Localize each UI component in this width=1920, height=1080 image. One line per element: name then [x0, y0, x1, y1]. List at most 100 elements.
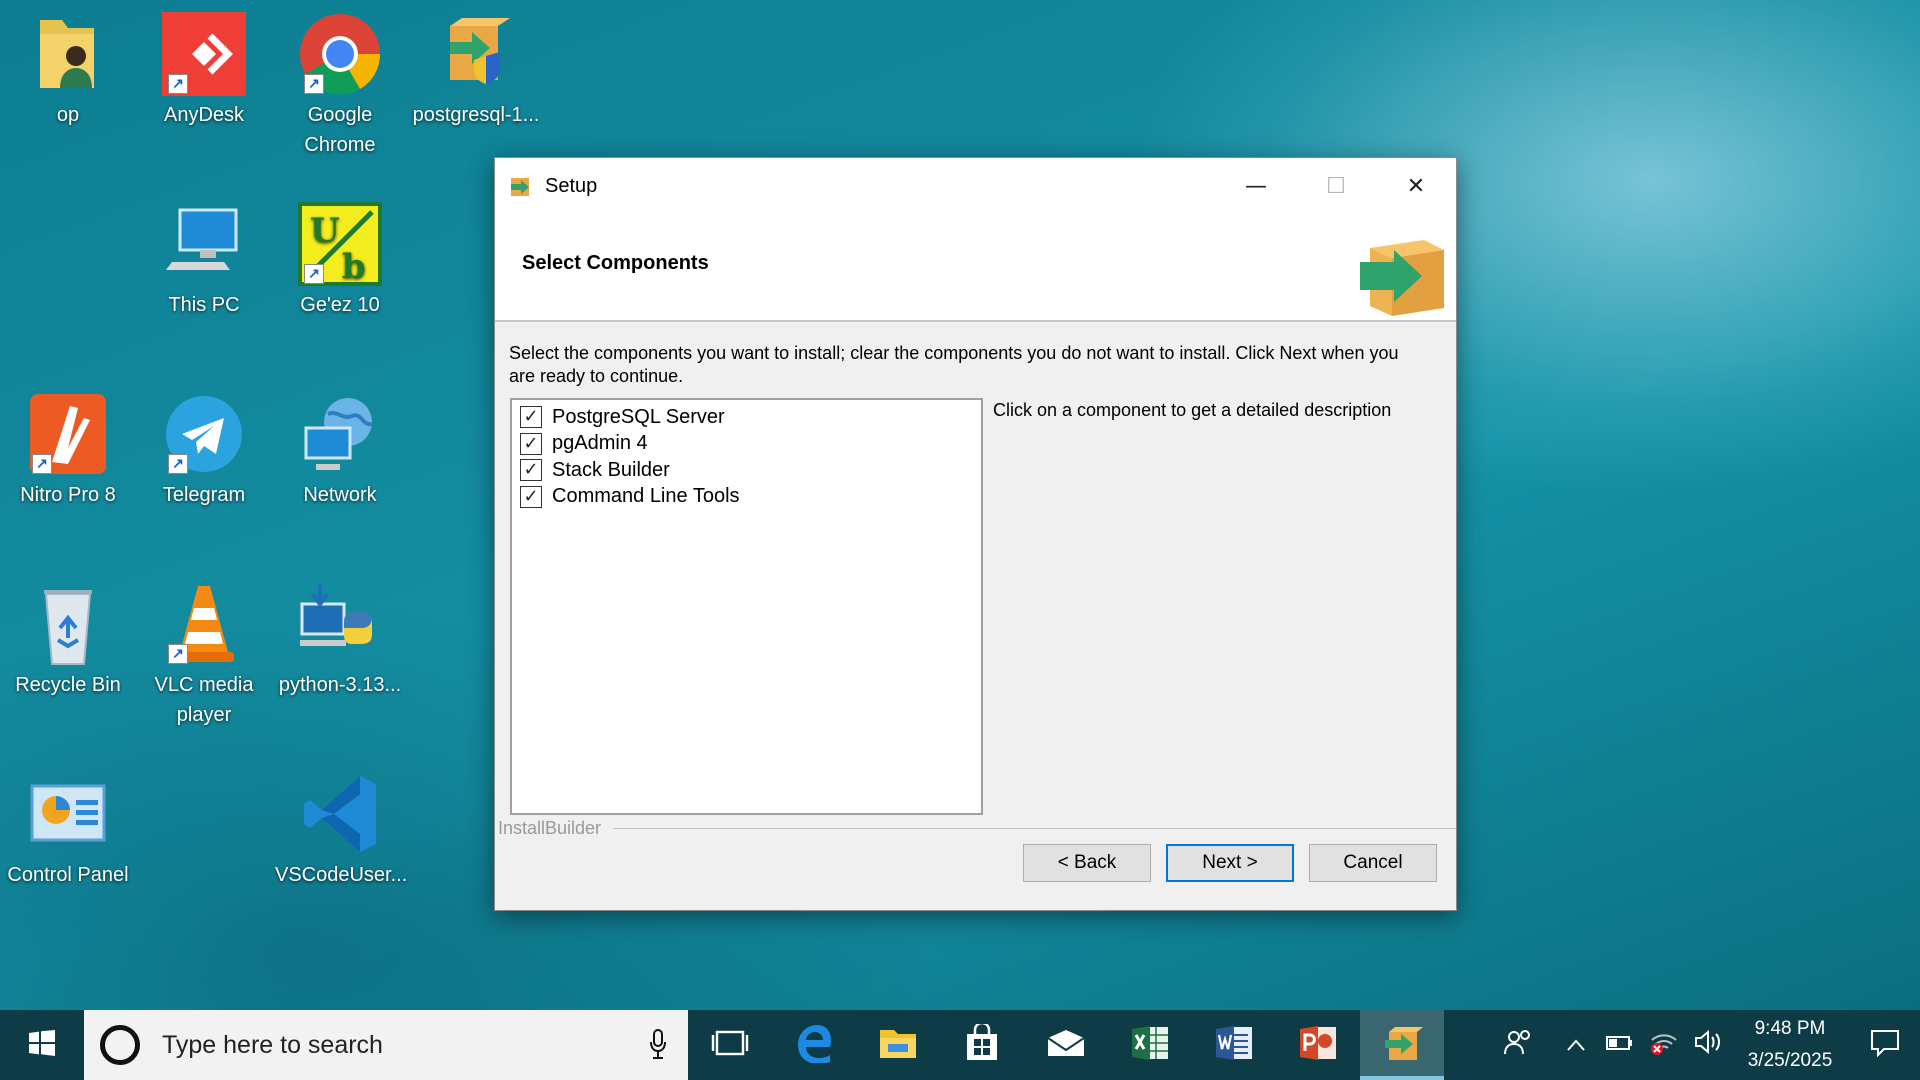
start-button[interactable] [0, 1010, 84, 1080]
component-item-stack-builder[interactable]: ✓ Stack Builder [516, 457, 977, 484]
back-button[interactable]: < Back [1023, 844, 1151, 882]
notification-icon [1870, 1029, 1900, 1062]
desktop-icon-label: python-3.13... [278, 674, 402, 696]
battery-button[interactable] [1598, 1010, 1642, 1080]
taskbar-mail[interactable] [1024, 1010, 1108, 1080]
people-icon [1503, 1028, 1533, 1062]
taskbar-store[interactable] [940, 1010, 1024, 1080]
taskbar-file-explorer[interactable] [856, 1010, 940, 1080]
component-label: PostgreSQL Server [552, 405, 725, 428]
clock[interactable]: 9:48 PM 3/25/2025 [1730, 1013, 1850, 1077]
desktop-icon-this-pc[interactable]: This PC [139, 202, 269, 320]
edge-icon [794, 1023, 834, 1068]
instructions-text: Select the components you want to instal… [509, 343, 1399, 386]
vscode-icon [298, 772, 382, 856]
task-view-icon [711, 1029, 749, 1062]
installbuilder-brand: InstallBuilder [498, 818, 608, 839]
desktop-icon-python-installer[interactable]: python-3.13... [275, 582, 405, 700]
desktop-icon-op[interactable]: op [3, 12, 133, 130]
python-installer-icon [298, 582, 382, 666]
desktop-icon-label: Google Chrome [304, 104, 376, 156]
installer-box-icon [1381, 1022, 1423, 1069]
shortcut-arrow-icon: ↗ [32, 454, 52, 474]
component-list[interactable]: ✓ PostgreSQL Server ✓ pgAdmin 4 ✓ Stack … [510, 398, 983, 815]
computer-icon [162, 202, 246, 286]
folder-icon [878, 1026, 918, 1065]
svg-text:b: b [342, 247, 366, 286]
minimize-button[interactable]: — [1216, 158, 1296, 214]
close-button[interactable]: ✕ [1376, 158, 1456, 214]
page-title: Select Components [522, 252, 709, 274]
window-title: Setup [545, 174, 598, 197]
desktop-icon-label: Recycle Bin [15, 674, 121, 696]
next-button[interactable]: Next > [1166, 844, 1294, 882]
taskbar-excel[interactable] [1108, 1010, 1192, 1080]
store-bag-icon [963, 1021, 1001, 1067]
word-icon [1214, 1023, 1254, 1068]
clock-date: 3/25/2025 [1747, 1050, 1833, 1071]
people-button[interactable] [1496, 1010, 1540, 1080]
maximize-button[interactable]: ☐ [1296, 158, 1376, 214]
desktop-icon-label: VSCodeUser... [275, 864, 408, 886]
desktop-icon-vscode[interactable]: VSCodeUser... [275, 772, 408, 890]
wifi-disconnected-icon [1648, 1028, 1680, 1062]
desktop-icon-postgresql-installer[interactable]: postgresql-1... [411, 12, 541, 130]
powerpoint-icon [1298, 1023, 1338, 1068]
taskbar-search-box[interactable]: Type here to search [84, 1010, 688, 1080]
component-item-postgresql-server[interactable]: ✓ PostgreSQL Server [516, 404, 977, 431]
show-hidden-icons-button[interactable] [1554, 1010, 1598, 1080]
desktop-icon-label: Telegram [162, 484, 246, 506]
taskbar-setup-app[interactable] [1360, 1010, 1444, 1080]
control-panel-icon [26, 772, 110, 856]
installer-box-logo-icon [1352, 222, 1452, 322]
battery-icon [1605, 1033, 1635, 1058]
cancel-button[interactable]: Cancel [1309, 844, 1437, 882]
title-bar[interactable]: Setup — ☐ ✕ [495, 158, 1456, 214]
desktop-icon-nitro[interactable]: ↗ Nitro Pro 8 [3, 392, 133, 510]
desktop-icon-label: Control Panel [7, 864, 129, 886]
desktop-icon-vlc[interactable]: ↗ VLC media player [139, 582, 269, 730]
desktop-icon-label: Nitro Pro 8 [20, 484, 116, 506]
speaker-icon [1693, 1029, 1723, 1061]
chevron-up-icon [1566, 1033, 1586, 1058]
taskbar-word[interactable] [1192, 1010, 1276, 1080]
checkbox-checked-icon[interactable]: ✓ [520, 406, 542, 429]
cortana-icon[interactable] [100, 1025, 140, 1065]
checkbox-checked-icon[interactable]: ✓ [520, 459, 542, 482]
nitro-pdf-icon: ↗ [26, 392, 110, 476]
installer-box-icon [434, 12, 518, 96]
checkbox-checked-icon[interactable]: ✓ [520, 432, 542, 455]
wizard-content: Select the components you want to instal… [495, 322, 1456, 828]
desktop-icon-label: AnyDesk [163, 104, 245, 126]
component-item-command-line-tools[interactable]: ✓ Command Line Tools [516, 484, 977, 511]
desktop-icon-telegram[interactable]: ↗ Telegram [139, 392, 269, 510]
desktop-icon-chrome[interactable]: ↗ Google Chrome [275, 12, 405, 160]
volume-button[interactable] [1686, 1010, 1730, 1080]
shortcut-arrow-icon: ↗ [168, 454, 188, 474]
desktop-icon-anydesk[interactable]: ↗ AnyDesk [139, 12, 269, 130]
wizard-header: Select Components [495, 214, 1456, 322]
mail-envelope-icon [1046, 1028, 1086, 1063]
microphone-icon[interactable] [650, 1028, 666, 1062]
task-view-button[interactable] [688, 1010, 772, 1080]
taskbar-powerpoint[interactable] [1276, 1010, 1360, 1080]
desktop-icon-control-panel[interactable]: Control Panel [3, 772, 133, 890]
windows-logo-icon [29, 1029, 55, 1061]
component-item-pgadmin[interactable]: ✓ pgAdmin 4 [516, 431, 977, 458]
network-status-button[interactable] [1642, 1010, 1686, 1080]
action-center-button[interactable] [1850, 1010, 1920, 1080]
shortcut-arrow-icon: ↗ [304, 74, 324, 94]
taskbar-edge[interactable] [772, 1010, 856, 1080]
desktop-icon-geez[interactable]: Ub ↗ Ge'ez 10 [275, 202, 405, 320]
desktop-icon-recycle-bin[interactable]: Recycle Bin [3, 582, 133, 700]
recycle-bin-icon [26, 582, 110, 666]
component-description: Click on a component to get a detailed d… [993, 400, 1392, 420]
desktop-icon-network[interactable]: Network [275, 392, 405, 510]
desktop-icon-label: postgresql-1... [412, 104, 540, 126]
geez-icon: Ub ↗ [298, 202, 382, 287]
shortcut-arrow-icon: ↗ [168, 644, 188, 664]
checkbox-checked-icon[interactable]: ✓ [520, 485, 542, 508]
desktop-icon-label: This PC [168, 294, 240, 316]
chrome-icon: ↗ [298, 12, 382, 96]
installer-box-icon [507, 172, 535, 200]
